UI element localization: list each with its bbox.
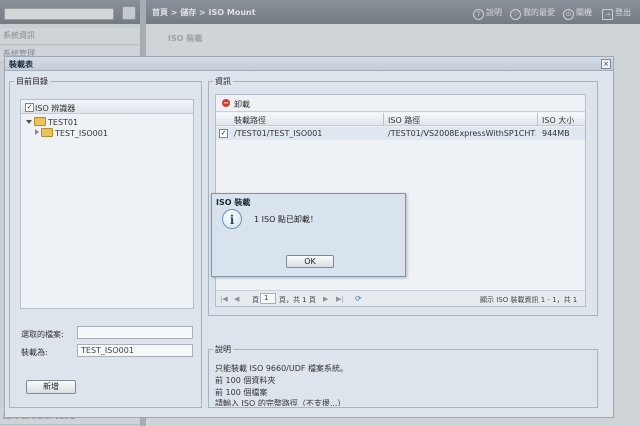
page-number-input[interactable]: 1 xyxy=(260,293,276,304)
first-page-icon[interactable]: |◀ xyxy=(220,295,228,303)
description-line: 只能裝載 ISO 9660/UDF 檔案系統。 xyxy=(215,364,349,373)
mount-as-field[interactable]: TEST_ISO001 xyxy=(77,344,193,357)
expand-icon[interactable] xyxy=(26,120,32,124)
selected-file-label: 選取的檔案: xyxy=(21,330,64,339)
collapse-icon[interactable] xyxy=(35,129,39,135)
info-icon: i xyxy=(222,209,242,229)
window-title: 裝載表 xyxy=(9,60,33,69)
remove-icon[interactable]: − xyxy=(222,99,230,107)
description-legend: 說明 xyxy=(215,345,231,354)
description-line: 前 100 個檔案 xyxy=(215,388,268,397)
description-line: 請輸入 ISO 的完整路徑（不支援...） xyxy=(215,399,346,406)
description-line: 前 100 個資料夾 xyxy=(215,376,276,385)
message-dialog: ISO 裝載 i 1 ISO 點已卸載！ OK xyxy=(211,193,406,277)
directory-tree: ✓ ISO 辨識器 TEST01 TEST_ISO001 xyxy=(20,99,194,309)
tree-node-root[interactable]: TEST01 xyxy=(26,117,78,127)
cell-mount-path: /TEST01/TEST_ISO001 xyxy=(234,129,323,138)
next-page-icon[interactable]: ▶ xyxy=(323,295,328,303)
row-checkbox[interactable]: ✓ xyxy=(219,129,228,138)
tree-header-checkbox[interactable]: ✓ xyxy=(25,103,34,112)
pagination-bar: |◀ ◀ 頁 1 頁，共 1 頁 ▶ ▶| ⟳ 顯示 ISO 裝載資訊 1 - … xyxy=(216,290,585,306)
column-header-iso-size[interactable]: ISO 大小 xyxy=(542,115,574,126)
ok-button[interactable]: OK xyxy=(286,255,334,268)
cell-iso-size: 944MB xyxy=(542,129,570,138)
tree-node-label: TEST01 xyxy=(48,118,79,127)
window-title-bar[interactable]: 裝載表 × xyxy=(5,57,613,71)
column-header-mount-path[interactable]: 裝載路徑 xyxy=(234,115,266,126)
current-directory-legend: 目前目錄 xyxy=(16,77,48,86)
folder-icon xyxy=(41,128,53,137)
page-count-label: 頁，共 1 頁 xyxy=(279,296,316,304)
tree-header: ✓ ISO 辨識器 xyxy=(21,100,193,114)
column-divider[interactable] xyxy=(383,113,384,126)
dialog-message: 1 ISO 點已卸載！ xyxy=(254,215,318,224)
grid-header: 裝載路徑 ISO 路徑 ISO 大小 xyxy=(216,113,585,126)
mount-as-label: 裝載為: xyxy=(21,348,48,357)
info-legend: 資訊 xyxy=(215,77,231,86)
dialog-title: ISO 裝載 xyxy=(216,198,251,207)
column-divider[interactable] xyxy=(537,113,538,126)
tree-header-label: ISO 辨識器 xyxy=(35,104,76,113)
grid-toolbar: − 卸載 xyxy=(216,95,585,112)
table-row[interactable]: ✓ /TEST01/TEST_ISO001 /TEST01/VS2008Expr… xyxy=(216,127,585,140)
cell-iso-path: /TEST01/VS2008ExpressWithSP1CHTX... xyxy=(388,129,536,138)
page-label: 頁 xyxy=(252,296,259,304)
prev-page-icon[interactable]: ◀ xyxy=(234,295,239,303)
tree-node-label: TEST_ISO001 xyxy=(55,129,108,138)
refresh-icon[interactable]: ⟳ xyxy=(355,294,362,303)
selected-file-field[interactable] xyxy=(77,326,193,339)
tree-node-child[interactable]: TEST_ISO001 xyxy=(35,128,108,138)
add-button[interactable]: 新增 xyxy=(26,380,76,394)
close-icon[interactable]: × xyxy=(601,59,611,69)
folder-icon xyxy=(34,117,46,126)
display-info: 顯示 ISO 裝載資訊 1 - 1，共 1 xyxy=(480,296,578,304)
unmount-button[interactable]: 卸載 xyxy=(234,99,250,110)
last-page-icon[interactable]: ▶| xyxy=(336,295,344,303)
column-header-iso-path[interactable]: ISO 路徑 xyxy=(388,115,420,126)
